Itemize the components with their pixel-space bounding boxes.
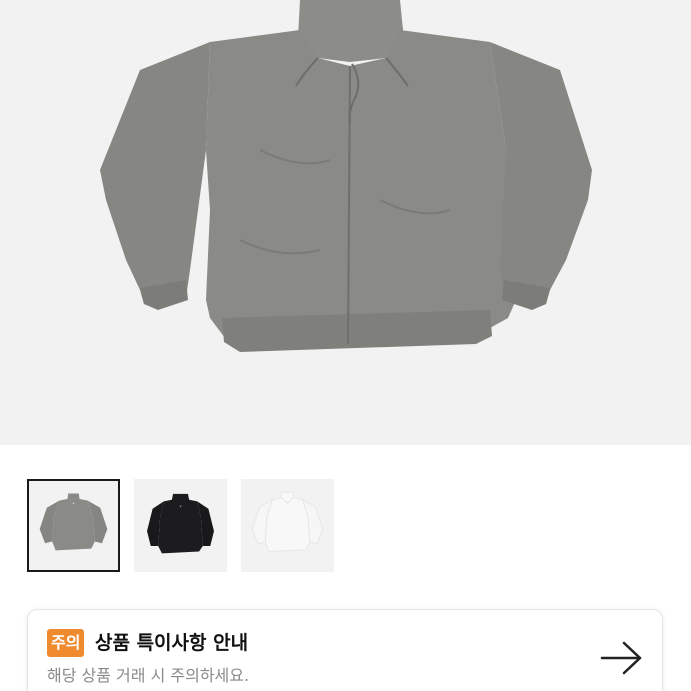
black-hoodie-thumbnail[interactable] — [134, 479, 227, 572]
product-page: 주의 상품 특이사항 안내 해당 상품 거래 시 주의하세요. — [0, 0, 691, 691]
product-main-image[interactable] — [0, 0, 691, 445]
notice-subtitle: 해당 상품 거래 시 주의하세요. — [47, 666, 250, 685]
arrow-right-icon[interactable] — [600, 640, 644, 676]
black-hoodie-icon — [147, 493, 214, 554]
notice-title: 상품 특이사항 안내 — [95, 632, 249, 654]
white-hoodie-thumbnail[interactable] — [241, 479, 334, 572]
gray-hoodie-image — [100, 0, 592, 352]
warning-badge: 주의 — [47, 629, 85, 657]
product-notice-card[interactable]: 주의 상품 특이사항 안내 해당 상품 거래 시 주의하세요. — [27, 609, 663, 691]
gray-hoodie-icon — [39, 493, 108, 551]
gray-hoodie-thumbnail[interactable] — [27, 479, 120, 572]
thumbnail-list — [27, 479, 334, 572]
white-hoodie-icon — [251, 491, 324, 553]
